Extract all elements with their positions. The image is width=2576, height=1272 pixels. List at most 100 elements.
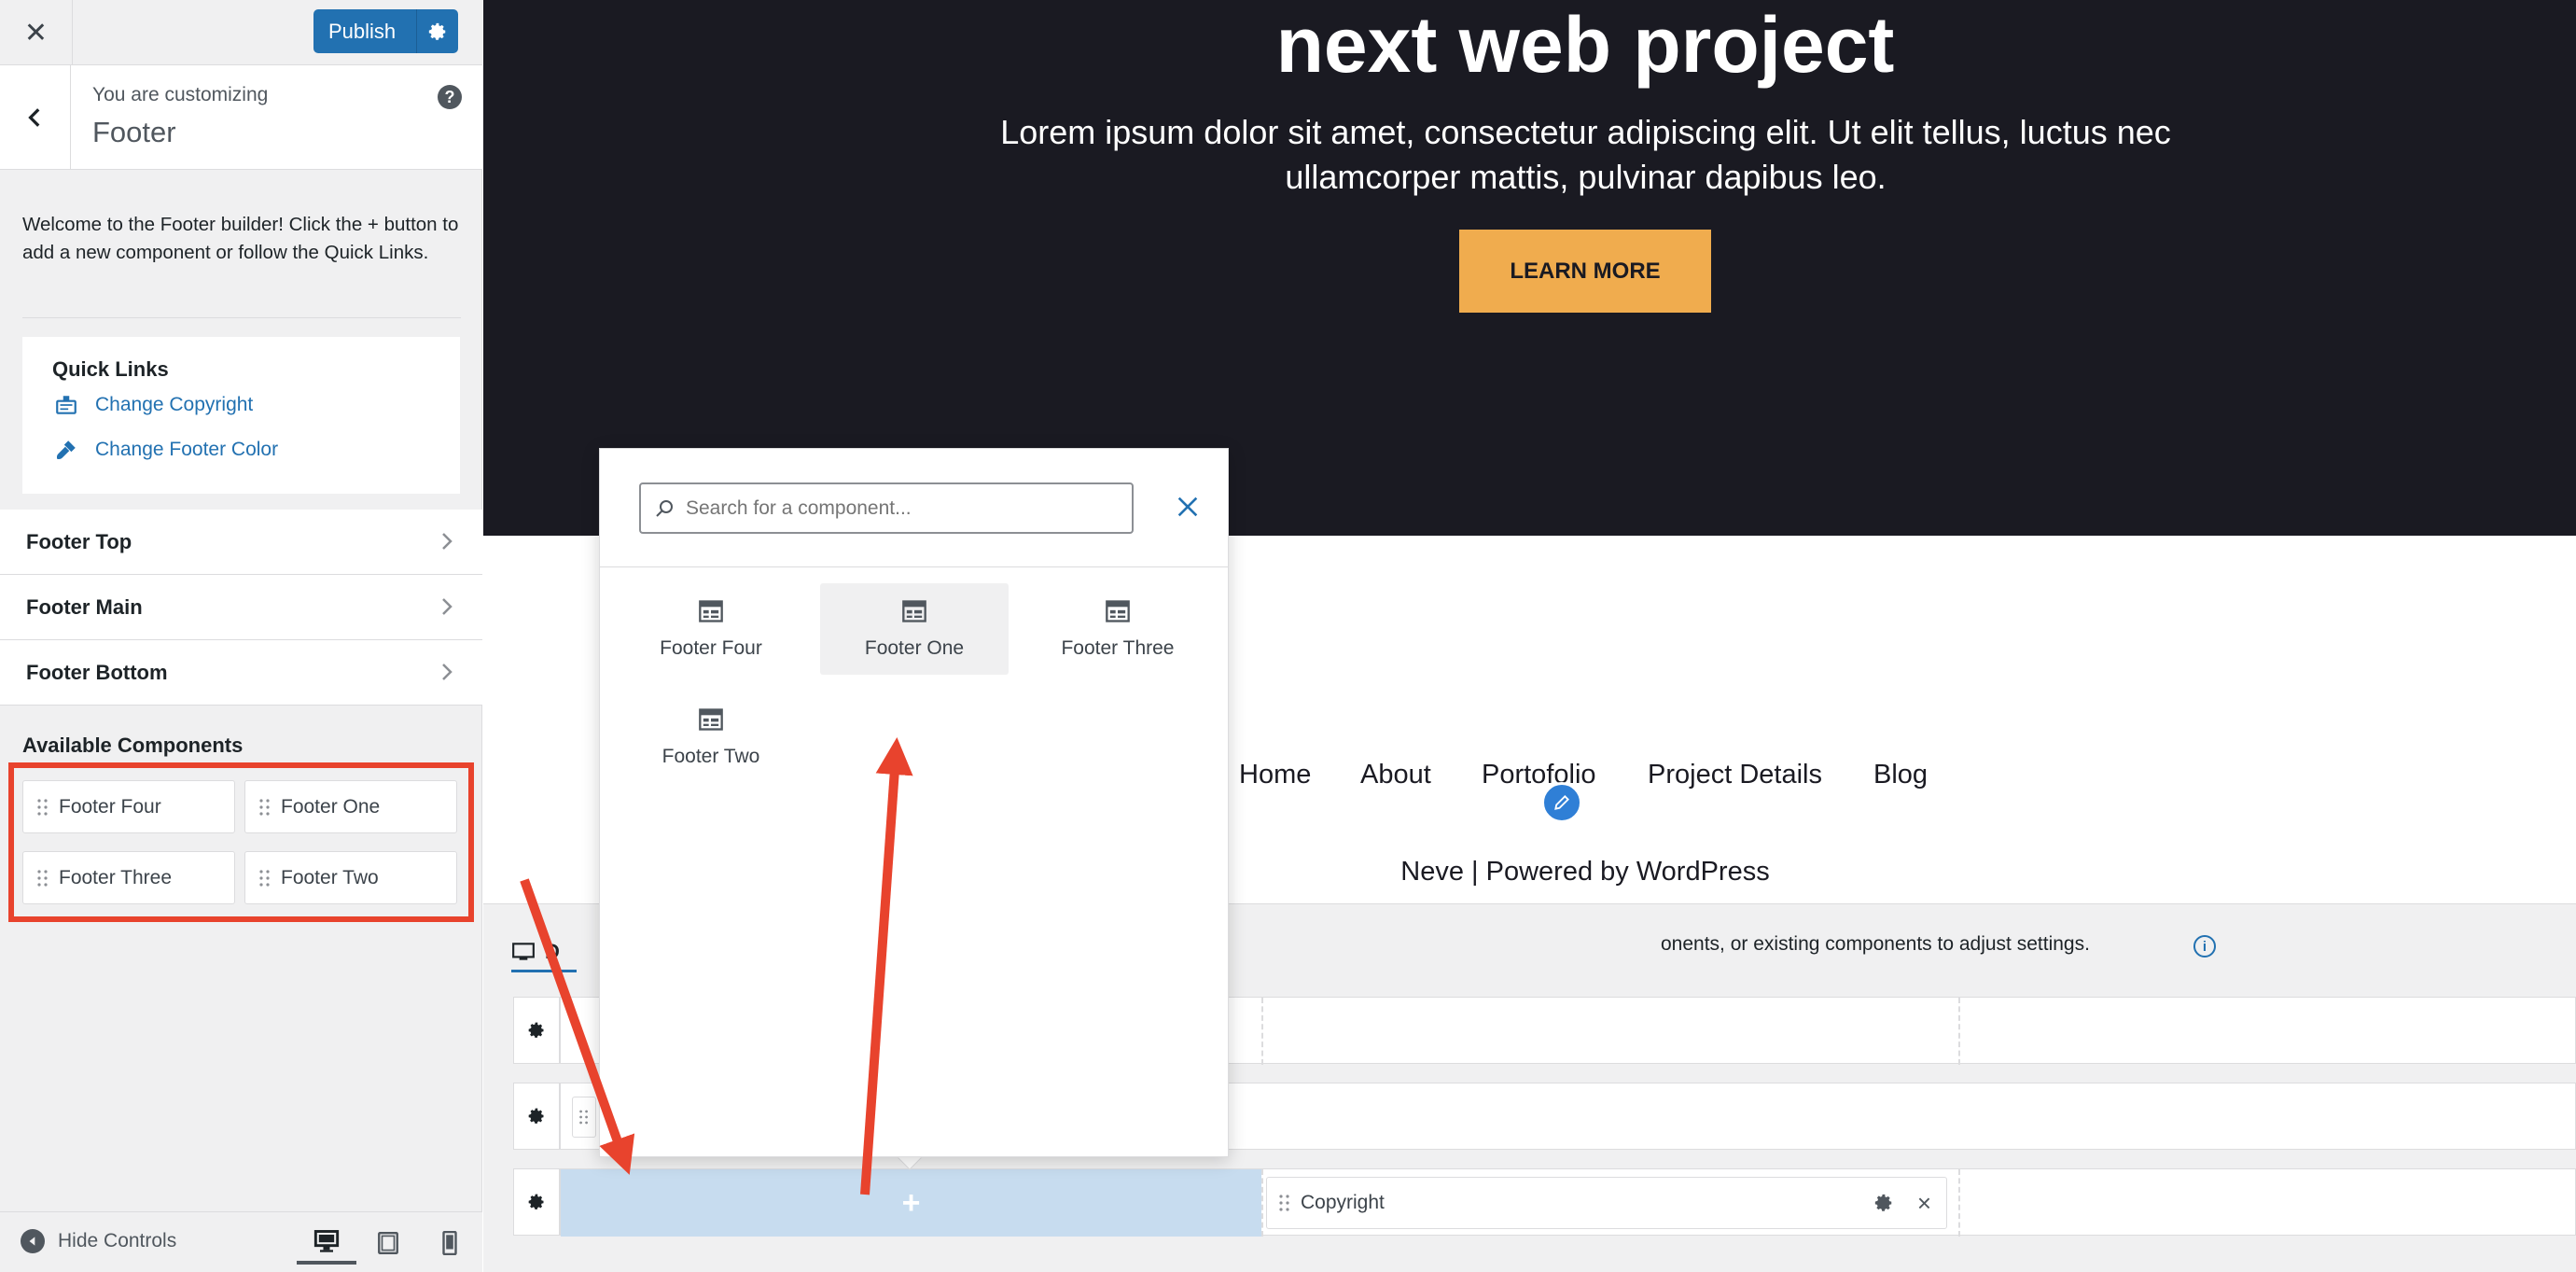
- nav-portofolio[interactable]: Portofolio: [1482, 760, 1596, 790]
- picker-item-footer-two[interactable]: Footer Two: [617, 692, 805, 783]
- customizing-label: You are customizing: [92, 84, 269, 105]
- component-picker-popover: Footer Four Footer One Footer Three Foot…: [599, 448, 1229, 1157]
- sidebar-top-bar: ✕ Publish: [0, 0, 482, 65]
- widget-area-icon: [1106, 600, 1130, 622]
- gear-icon[interactable]: [1873, 1193, 1894, 1213]
- mobile-icon: [442, 1231, 457, 1255]
- picker-item-label: Footer Two: [661, 746, 760, 767]
- builder-hint-text: onents, or existing components to adjust…: [1661, 933, 2090, 955]
- row-settings-button[interactable]: [513, 997, 560, 1064]
- picker-item-label: Footer Three: [1061, 637, 1175, 659]
- divider: [600, 566, 1228, 567]
- sidebar-footer: Hide Controls: [0, 1211, 482, 1272]
- preview-mobile-button[interactable]: [420, 1222, 480, 1265]
- gear-icon: [528, 1022, 544, 1038]
- close-icon: ✕: [23, 17, 49, 49]
- row-settings-button[interactable]: [513, 1083, 560, 1150]
- footer-row-bottom: + Copyright ×: [513, 1168, 2576, 1237]
- drag-handle-icon: [259, 869, 270, 887]
- picker-item-footer-three[interactable]: Footer Three: [1023, 583, 1212, 675]
- desktop-icon: [512, 942, 535, 960]
- chevron-right-icon: [442, 533, 453, 550]
- nav-blog[interactable]: Blog: [1873, 760, 1928, 790]
- hide-controls-button[interactable]: Hide Controls: [21, 1229, 176, 1253]
- slot-divider: [1958, 1169, 1960, 1237]
- add-component-slot[interactable]: +: [561, 1169, 1261, 1237]
- help-icon[interactable]: ?: [438, 85, 462, 109]
- customizer-sidebar: ✕ Publish You are customizing Footer ? W…: [0, 0, 482, 1272]
- gear-icon: [528, 1194, 544, 1209]
- section-label: Footer Bottom: [26, 661, 168, 684]
- component-chip-footer-three[interactable]: Footer Three: [22, 851, 235, 904]
- section-label: Footer Main: [26, 595, 143, 619]
- hide-controls-label: Hide Controls: [58, 1230, 177, 1251]
- change-footer-color-link[interactable]: Change Footer Color: [52, 436, 278, 464]
- component-search-field[interactable]: [639, 482, 1134, 534]
- desktop-icon: [313, 1230, 340, 1252]
- drag-handle-icon[interactable]: [572, 1097, 596, 1138]
- divider: [22, 317, 461, 318]
- hero-subtitle: Lorem ipsum dolor sit amet, consectetur …: [1000, 113, 2171, 196]
- available-components-title: Available Components: [22, 734, 244, 757]
- publish-label: Publish: [328, 19, 397, 43]
- section-footer-bottom[interactable]: Footer Bottom: [0, 640, 482, 706]
- publish-button[interactable]: Publish: [313, 9, 458, 53]
- slot-divider: [1261, 1169, 1263, 1237]
- section-label: Footer Top: [26, 530, 132, 553]
- nav-project-details[interactable]: Project Details: [1648, 760, 1822, 790]
- tab-desktop[interactable]: D: [511, 933, 577, 972]
- close-customizer-button[interactable]: ✕: [0, 0, 73, 65]
- close-popover-button[interactable]: [1169, 488, 1206, 525]
- info-icon[interactable]: i: [2193, 935, 2216, 957]
- publish-settings-gear-icon[interactable]: [417, 21, 458, 42]
- component-label: Footer One: [281, 795, 381, 818]
- nav-about[interactable]: About: [1360, 760, 1431, 790]
- drag-handle-icon: [259, 798, 270, 816]
- gear-icon: [528, 1108, 544, 1124]
- hero-title: next web project: [1275, 1, 1895, 89]
- drag-handle-icon: [37, 869, 48, 887]
- section-footer-main[interactable]: Footer Main: [0, 575, 482, 640]
- component-chip-footer-two[interactable]: Footer Two: [244, 851, 457, 904]
- tablet-icon: [378, 1231, 398, 1255]
- widget-area-icon: [699, 600, 723, 622]
- copyright-label: Copyright: [1301, 1192, 1385, 1213]
- paint-brush-icon: [52, 436, 80, 464]
- change-copyright-link[interactable]: Change Copyright: [52, 391, 253, 419]
- component-label: Footer Two: [281, 866, 379, 888]
- widget-area-icon: [699, 708, 723, 731]
- widget-area-icon: [902, 600, 926, 622]
- slot-divider: [1958, 998, 1960, 1065]
- component-chip-footer-one[interactable]: Footer One: [244, 780, 457, 833]
- search-input[interactable]: [686, 496, 1115, 520]
- chevron-right-icon: [442, 664, 453, 680]
- slot-divider: [1261, 998, 1263, 1065]
- chevron-left-icon: [27, 108, 39, 127]
- edit-pencil-icon[interactable]: [1541, 782, 1582, 823]
- picker-item-footer-four[interactable]: Footer Four: [617, 583, 805, 675]
- section-footer-top[interactable]: Footer Top: [0, 510, 482, 575]
- picker-item-label: Footer Four: [660, 637, 762, 659]
- learn-more-button[interactable]: LEARN MORE: [1459, 230, 1711, 313]
- drag-handle-icon: [37, 798, 48, 816]
- back-button[interactable]: [0, 65, 71, 170]
- nav-home[interactable]: Home: [1239, 760, 1311, 790]
- drag-handle-icon: [1279, 1195, 1289, 1211]
- picker-item-footer-one[interactable]: Footer One: [820, 583, 1009, 675]
- change-copyright-label: Change Copyright: [95, 394, 254, 415]
- row-settings-button[interactable]: [513, 1168, 560, 1236]
- preview-desktop-button[interactable]: [297, 1222, 356, 1265]
- panel-title: Footer: [92, 116, 176, 148]
- copyright-component[interactable]: Copyright ×: [1266, 1177, 1947, 1229]
- quick-links-panel: Quick Links Change Copyright Change Foot…: [22, 337, 460, 494]
- chevron-right-icon: [442, 598, 453, 615]
- picker-item-label: Footer One: [864, 637, 965, 659]
- preview-tablet-button[interactable]: [358, 1222, 418, 1265]
- component-label: Footer Four: [59, 795, 161, 818]
- customizing-header: You are customizing Footer ?: [0, 65, 482, 170]
- search-icon: [656, 499, 673, 517]
- quick-links-title: Quick Links: [52, 357, 169, 381]
- close-icon[interactable]: ×: [1917, 1189, 1931, 1218]
- component-chip-footer-four[interactable]: Footer Four: [22, 780, 235, 833]
- welcome-text: Welcome to the Footer builder! Click the…: [22, 214, 459, 263]
